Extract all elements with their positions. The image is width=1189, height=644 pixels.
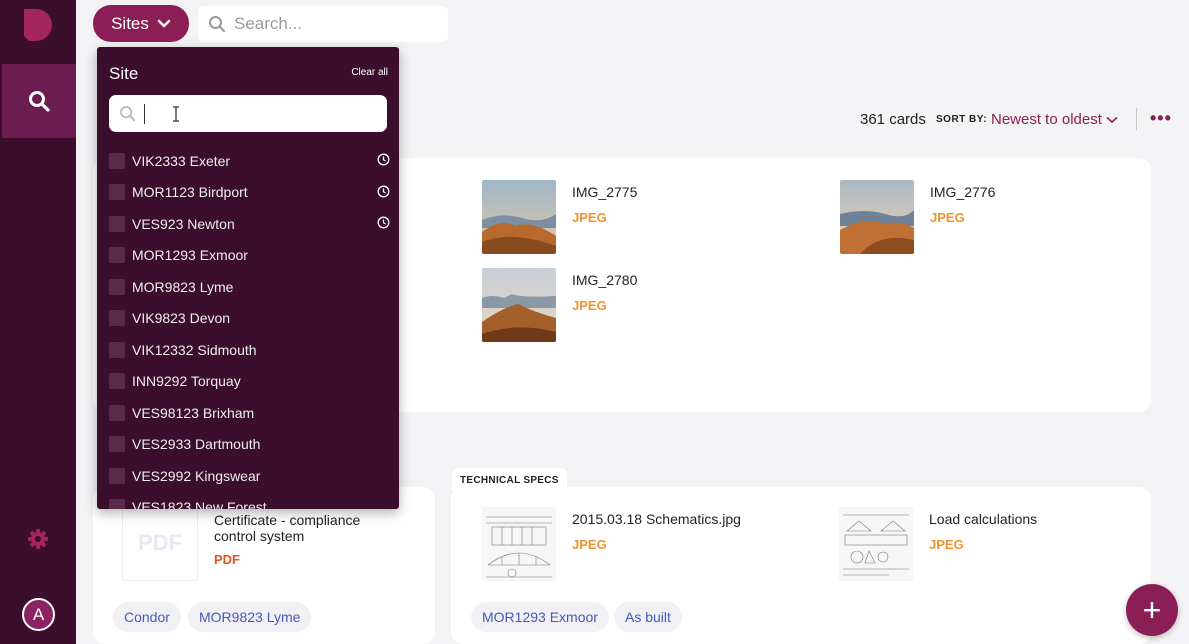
checkbox[interactable] <box>109 499 125 509</box>
file-type: PDF <box>214 552 240 567</box>
sort-dropdown[interactable]: Newest to oldest <box>991 111 1118 128</box>
photo-thumbnail <box>482 180 556 254</box>
site-option[interactable]: VES923 Newton <box>109 208 391 240</box>
divider <box>1136 108 1137 130</box>
site-option[interactable]: INN9292 Torquay <box>109 366 391 398</box>
chevron-down-icon <box>1106 116 1118 123</box>
dropdown-title: Site <box>109 64 139 83</box>
schematic-thumbnail <box>839 507 913 581</box>
clock-icon <box>377 185 390 197</box>
checkbox[interactable] <box>109 404 125 421</box>
file-item[interactable]: Load calculations JPEG <box>839 507 1037 581</box>
site-option[interactable]: MOR9823 Lyme <box>109 271 391 303</box>
site-option-label: VES2933 Dartmouth <box>132 436 261 453</box>
tag-chip[interactable]: Condor <box>113 602 181 632</box>
search-icon <box>119 105 136 122</box>
site-option[interactable]: VIK12332 Sidmouth <box>109 334 391 366</box>
file-item[interactable]: PDF Certificate - compliance control sys… <box>122 505 394 581</box>
site-option[interactable]: VIK2333 Exeter <box>109 145 391 177</box>
file-type: JPEG <box>572 210 607 225</box>
site-option[interactable]: VES98123 Brixham <box>109 397 391 429</box>
site-option-label: VIK2333 Exeter <box>132 152 231 169</box>
file-type: JPEG <box>572 537 607 552</box>
site-search-input[interactable] <box>109 95 387 132</box>
site-option-label: MOR9823 Lyme <box>132 278 234 295</box>
clock-icon <box>377 153 390 166</box>
site-list: VIK2333 Exeter MOR1123 Birdport VES923 New… <box>109 145 391 509</box>
more-options-icon[interactable]: ••• <box>1150 108 1172 129</box>
pdf-thumbnail: PDF <box>122 505 198 581</box>
app-logo-icon[interactable] <box>24 9 54 41</box>
checkbox[interactable] <box>109 215 125 232</box>
text-caret <box>144 103 145 124</box>
text-cursor-icon <box>173 105 179 122</box>
tag-chip[interactable]: MOR1293 Exmoor <box>471 602 609 632</box>
global-search-input[interactable]: Search... <box>198 6 448 42</box>
sites-filter-label: Sites <box>111 13 149 33</box>
file-type: JPEG <box>572 298 607 313</box>
schematic-thumbnail <box>482 507 556 581</box>
file-item[interactable]: IMG_2780 JPEG <box>482 268 637 342</box>
file-name: Load calculations <box>929 511 1038 527</box>
site-option[interactable]: MOR1293 Exmoor <box>109 240 391 272</box>
file-name: Certificate - compliance control system <box>214 512 361 544</box>
certificate-card[interactable]: PDF Certificate - compliance control sys… <box>93 487 435 644</box>
sort-value: Newest to oldest <box>991 111 1102 128</box>
checkbox[interactable] <box>109 184 125 201</box>
site-option-label: INN9292 Torquay <box>132 373 241 390</box>
site-option[interactable]: VES2933 Dartmouth <box>109 429 391 461</box>
file-name: IMG_2776 <box>930 184 996 200</box>
file-item[interactable]: IMG_2776 JPEG <box>840 180 995 254</box>
file-item[interactable]: 2015.03.18 Schematics.jpg JPEG <box>482 507 741 581</box>
search-icon <box>29 91 50 112</box>
site-option-label: MOR1293 Exmoor <box>132 247 248 264</box>
checkbox[interactable] <box>109 152 125 169</box>
file-name: IMG_2775 <box>572 184 638 200</box>
site-option[interactable]: VIK9823 Devon <box>109 303 391 335</box>
technical-specs-card[interactable]: 2015.03.18 Schematics.jpg JPEG Load calc… <box>451 487 1151 644</box>
site-option-label: VIK9823 Devon <box>132 310 231 327</box>
photo-thumbnail <box>482 268 556 342</box>
chevron-down-icon <box>157 19 171 28</box>
site-option-label: VES98123 Brixham <box>132 404 255 421</box>
results-count: 361 cards <box>860 111 926 128</box>
file-type: JPEG <box>930 210 965 225</box>
user-avatar[interactable]: A <box>22 598 55 631</box>
sidebar: A <box>0 0 76 644</box>
file-item[interactable]: IMG_2775 JPEG <box>482 180 637 254</box>
search-placeholder: Search... <box>234 14 303 33</box>
site-option-label: VES923 Newton <box>132 215 235 232</box>
checkbox[interactable] <box>109 341 125 358</box>
site-option-label: VES1823 New Forest <box>132 499 267 509</box>
file-name: 2015.03.18 Schematics.jpg <box>572 511 741 527</box>
site-option[interactable]: MOR1123 Birdport <box>109 177 391 209</box>
site-option-label: VES2992 Kingswear <box>132 467 261 484</box>
checkbox[interactable] <box>109 278 125 295</box>
clock-icon <box>377 216 390 229</box>
clear-all-button[interactable]: Clear all <box>351 67 388 78</box>
tag-chip[interactable]: MOR9823 Lyme <box>188 602 312 632</box>
site-option-label: MOR1123 Birdport <box>132 184 248 201</box>
checkbox[interactable] <box>109 310 125 327</box>
sort-by-label: SORT BY: <box>936 114 988 125</box>
search-icon <box>209 16 226 33</box>
file-type: JPEG <box>929 537 964 552</box>
checkbox[interactable] <box>109 436 125 453</box>
tag-chip[interactable]: As built <box>614 602 682 632</box>
site-option-label: VIK12332 Sidmouth <box>132 341 257 358</box>
site-option[interactable]: VES2992 Kingswear <box>109 460 391 492</box>
file-name: IMG_2780 <box>572 272 638 288</box>
site-option[interactable]: VES1823 New Forest <box>109 492 391 509</box>
gear-icon[interactable] <box>27 528 49 550</box>
sites-filter-button[interactable]: Sites <box>93 5 189 42</box>
checkbox[interactable] <box>109 373 125 390</box>
add-button[interactable]: + <box>1126 584 1178 636</box>
checkbox[interactable] <box>109 467 125 484</box>
sites-dropdown: Site Clear all VIK2333 Exeter MOR1123 Bir… <box>97 47 399 509</box>
photo-thumbnail <box>840 180 914 254</box>
checkbox[interactable] <box>109 247 125 264</box>
nav-search-button[interactable] <box>2 64 76 138</box>
